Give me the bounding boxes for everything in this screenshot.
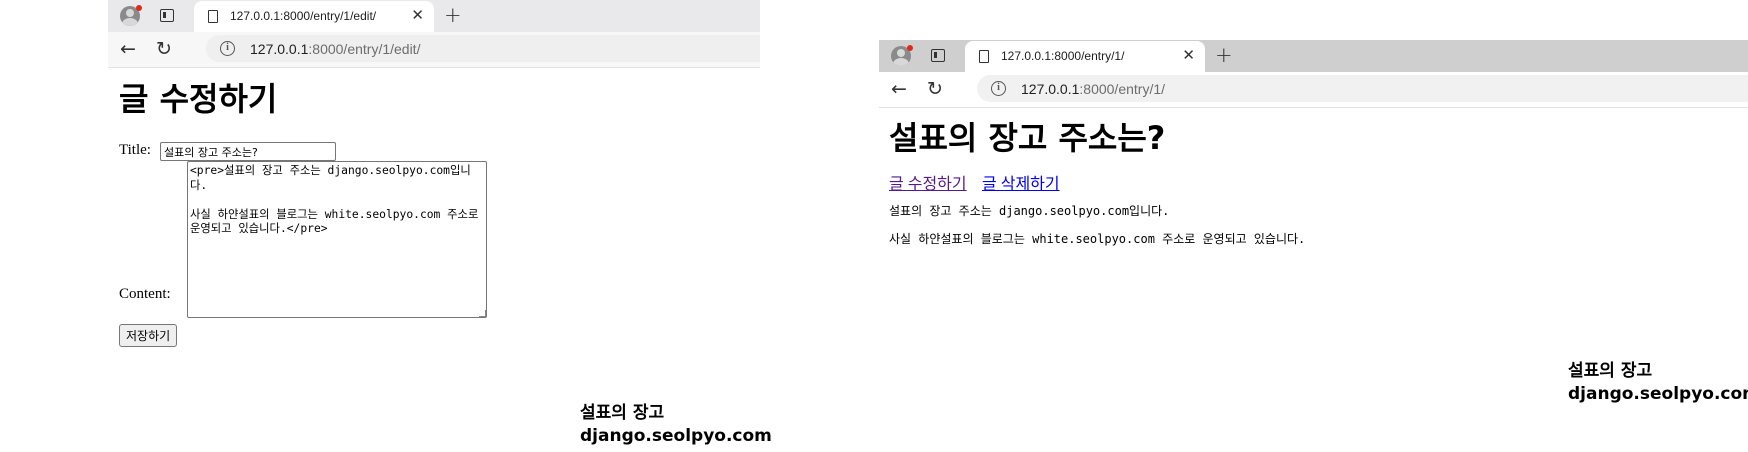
address-bar[interactable]: i 127.0.0.1:8000/entry/1/edit/ bbox=[206, 35, 760, 62]
tab-title: 127.0.0.1:8000/entry/1/edit/ bbox=[230, 9, 377, 23]
watermark-line-2: django.seolpyo.com bbox=[580, 426, 772, 446]
reload-icon[interactable]: ↻ bbox=[927, 77, 943, 101]
watermark-line-1: 설표의 장고 bbox=[1568, 361, 1653, 381]
page-content: 글 수정하기 Title: Content: <pre>설표의 장고 주소는 d… bbox=[108, 68, 760, 452]
edit-browser-window: 127.0.0.1:8000/entry/1/edit/ ✕ + ← ↻ i 1… bbox=[108, 0, 760, 452]
document-icon bbox=[979, 50, 989, 63]
watermark-line-1: 설표의 장고 bbox=[580, 403, 665, 423]
url-text[interactable]: 127.0.0.1:8000/entry/1/edit/ bbox=[250, 41, 420, 57]
new-tab-plus-icon[interactable]: + bbox=[1215, 42, 1233, 68]
title-label: Title: bbox=[119, 142, 151, 158]
info-icon[interactable]: i bbox=[991, 81, 1006, 96]
entry-title: 설표의 장고 주소는? bbox=[889, 119, 1166, 157]
edit-entry-link[interactable]: 글 수정하기 bbox=[889, 170, 967, 194]
back-arrow-icon[interactable]: ← bbox=[891, 77, 907, 101]
address-bar[interactable]: i 127.0.0.1:8000/entry/1/ bbox=[977, 75, 1748, 102]
tab-entry-detail[interactable]: 127.0.0.1:8000/entry/1/ ✕ bbox=[965, 41, 1205, 72]
entry-paragraph-2: 사실 하얀설표의 블로그는 white.seolpyo.com 주소로 운영되고… bbox=[889, 232, 1306, 246]
tab-title: 127.0.0.1:8000/entry/1/ bbox=[1001, 49, 1125, 63]
watermark: 설표의 장고 django.seolpyo.com bbox=[580, 402, 772, 448]
reload-icon[interactable]: ↻ bbox=[156, 37, 172, 61]
tab-strip: 127.0.0.1:8000/entry/1/edit/ ✕ + bbox=[108, 0, 760, 32]
delete-entry-link[interactable]: 글 삭제하기 bbox=[982, 170, 1060, 194]
browser-toolbar: ← ↻ i 127.0.0.1:8000/entry/1/edit/ bbox=[108, 32, 760, 68]
profile-notification-dot bbox=[136, 5, 142, 11]
tab-actions-icon[interactable] bbox=[931, 49, 945, 62]
document-icon bbox=[208, 10, 218, 23]
tab-edit-entry[interactable]: 127.0.0.1:8000/entry/1/edit/ ✕ bbox=[194, 1, 434, 32]
textarea-resize-handle[interactable] bbox=[479, 310, 486, 317]
browser-toolbar: ← ↻ i 127.0.0.1:8000/entry/1/ bbox=[879, 72, 1748, 108]
tab-strip: 127.0.0.1:8000/entry/1/ ✕ + bbox=[879, 40, 1748, 72]
profile-notification-dot bbox=[907, 45, 913, 51]
close-icon[interactable]: ✕ bbox=[411, 7, 424, 24]
page-title: 글 수정하기 bbox=[119, 80, 278, 118]
detail-browser-window: 127.0.0.1:8000/entry/1/ ✕ + ← ↻ i 127.0.… bbox=[879, 40, 1748, 410]
back-arrow-icon[interactable]: ← bbox=[120, 37, 136, 61]
tab-actions-icon[interactable] bbox=[160, 9, 174, 22]
entry-paragraph-1: 설표의 장고 주소는 django.seolpyo.com입니다. bbox=[889, 204, 1170, 218]
content-textarea[interactable]: <pre>설표의 장고 주소는 django.seolpyo.com입니다. 사… bbox=[187, 161, 487, 318]
url-text[interactable]: 127.0.0.1:8000/entry/1/ bbox=[1021, 81, 1165, 97]
title-input[interactable] bbox=[160, 142, 336, 161]
new-tab-plus-icon[interactable]: + bbox=[444, 2, 462, 28]
watermark-line-2: django.seolpyo.com bbox=[1568, 384, 1748, 404]
watermark: 설표의 장고 django.seolpyo.com bbox=[1568, 360, 1748, 406]
info-icon[interactable]: i bbox=[220, 41, 235, 56]
close-icon[interactable]: ✕ bbox=[1182, 47, 1195, 64]
save-button[interactable]: 저장하기 bbox=[119, 324, 178, 347]
content-label: Content: bbox=[119, 286, 171, 302]
